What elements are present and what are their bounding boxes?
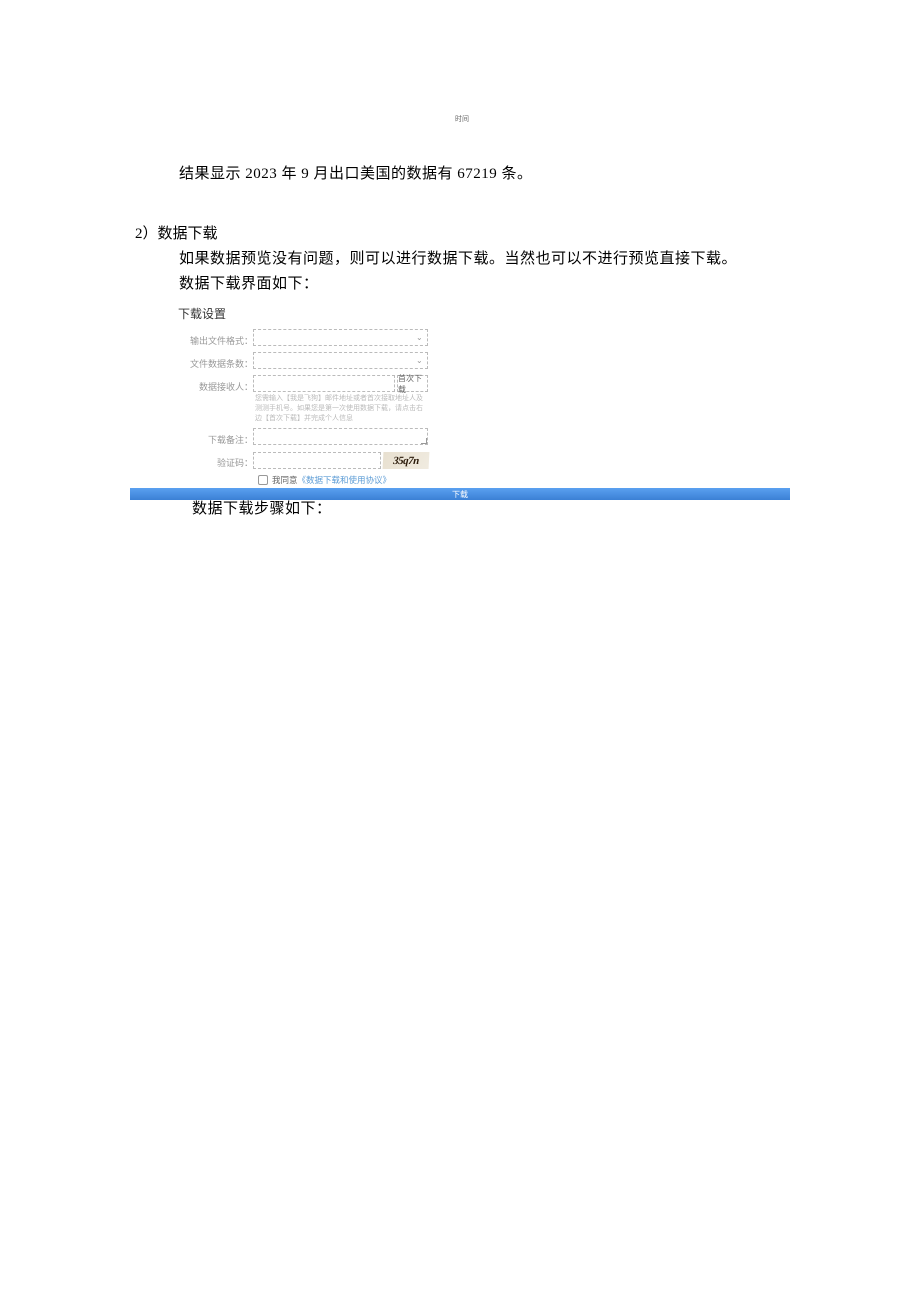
intro-line-1: 如果数据预览没有问题，则可以进行数据下载。当然也可以不进行预览直接下载。 (179, 247, 737, 268)
file-rows-select[interactable] (253, 352, 428, 369)
receiver-input-group: 首次下载 您需输入【我是飞狗】邮件地址或者首次接取地址人及测测手机号。如果您是第… (253, 375, 428, 423)
chevron-down-icon: ⌄ (416, 334, 424, 342)
receiver-label: 数据接收人： (130, 375, 253, 393)
receiver-input[interactable] (253, 375, 395, 392)
resize-handle-icon (421, 438, 427, 444)
captcha-label: 验证码： (130, 451, 253, 469)
captcha-image[interactable]: 35q7n (383, 452, 430, 469)
intro-line-2: 数据下载界面如下： (179, 272, 319, 293)
output-format-select-wrap: ⌄ (253, 329, 428, 346)
row-output-format: 输出文件格式： ⌄ (130, 329, 790, 347)
steps-sentence: 数据下载步骤如下： (192, 497, 332, 518)
row-file-rows: 文件数据条数： ⌄ (130, 352, 790, 370)
chevron-down-icon: ⌄ (416, 357, 424, 365)
output-format-label: 输出文件格式： (130, 329, 253, 347)
row-captcha: 验证码： 35q7n (130, 451, 790, 469)
top-marker: 时间 (455, 114, 469, 124)
first-download-button[interactable]: 首次下载 (397, 375, 428, 392)
receiver-hint: 您需输入【我是飞狗】邮件地址或者首次接取地址人及测测手机号。如果您是第一次使用数… (253, 392, 427, 423)
agree-prefix: 我同意 (272, 474, 298, 486)
section-heading: 2）数据下载 (135, 222, 218, 243)
result-sentence: 结果显示 2023 年 9 月出口美国的数据有 67219 条。 (179, 163, 533, 186)
row-agree: 我同意 《数据下载和使用协议》 (258, 474, 790, 486)
remark-label: 下载备注： (130, 428, 253, 446)
agree-link[interactable]: 《数据下载和使用协议》 (298, 474, 392, 486)
remark-input[interactable] (253, 428, 428, 445)
download-form: 下载设置 输出文件格式： ⌄ 文件数据条数： ⌄ 数据接收人： 首次下载 您需输… (130, 298, 790, 500)
agree-checkbox[interactable] (258, 475, 268, 485)
row-remark: 下载备注： (130, 428, 790, 446)
file-rows-select-wrap: ⌄ (253, 352, 428, 369)
row-receiver: 数据接收人： 首次下载 您需输入【我是飞狗】邮件地址或者首次接取地址人及测测手机… (130, 375, 790, 423)
form-title: 下载设置 (130, 298, 790, 329)
output-format-select[interactable] (253, 329, 428, 346)
captcha-input[interactable] (253, 452, 381, 469)
file-rows-label: 文件数据条数： (130, 352, 253, 370)
